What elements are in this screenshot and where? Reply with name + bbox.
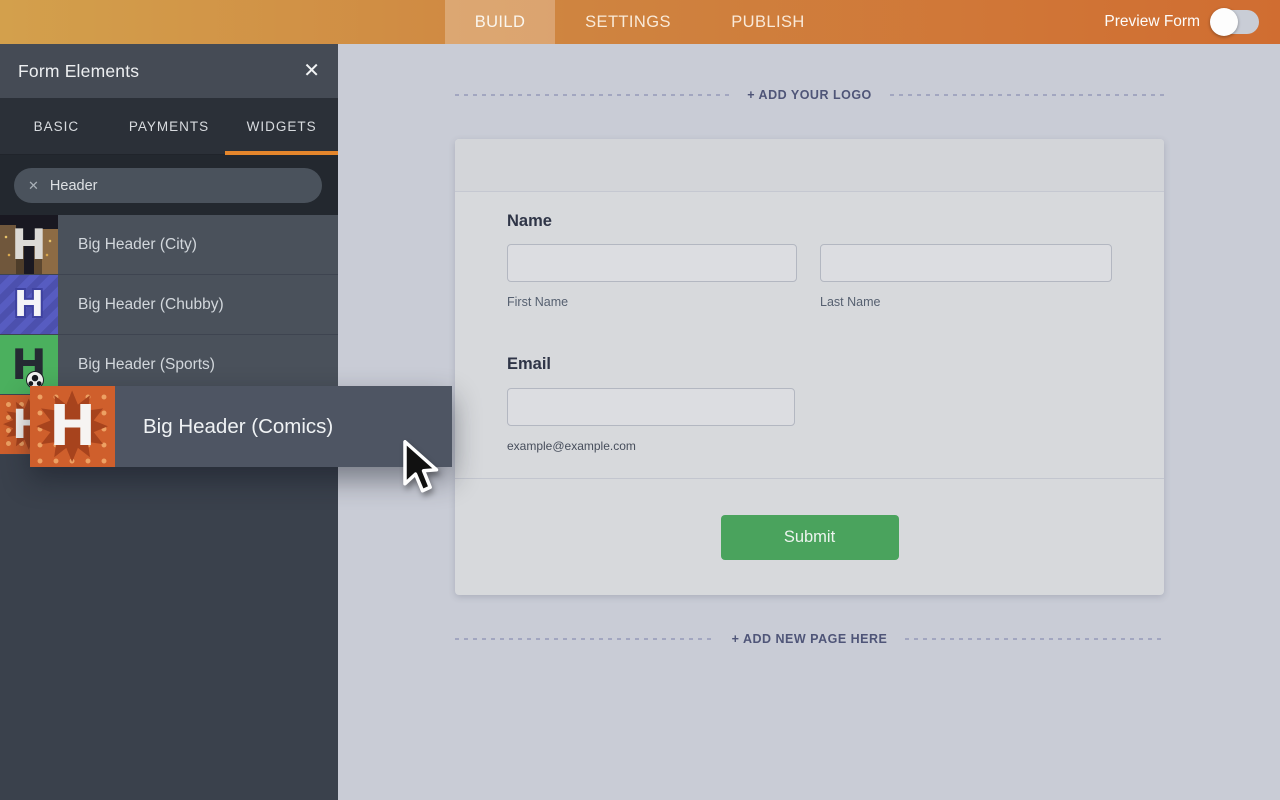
form-builder-app: BUILD SETTINGS PUBLISH Preview Form Form… [0, 0, 1280, 800]
email-question-label: Email [507, 355, 1112, 374]
preview-form-control: Preview Form [1104, 0, 1259, 44]
search-input[interactable]: ✕ Header [14, 168, 322, 203]
toggle-knob [1210, 8, 1238, 36]
add-logo-button[interactable]: + ADD YOUR LOGO [747, 88, 872, 102]
email-sublabel: example@example.com [507, 439, 1112, 453]
city-header-icon: H [0, 215, 58, 274]
clear-search-icon[interactable]: ✕ [28, 179, 39, 192]
dashed-divider [890, 94, 1164, 96]
tile-letter: H [11, 220, 46, 269]
drag-ghost-label: Big Header (Comics) [143, 415, 333, 439]
email-question: Email example@example.com [507, 355, 1112, 453]
first-name-sublabel: First Name [507, 295, 568, 309]
form-header-dropzone[interactable] [455, 139, 1164, 192]
form-preview-card: Name First Name Last Name Email example@… [455, 139, 1164, 595]
top-bar: BUILD SETTINGS PUBLISH Preview Form [0, 0, 1280, 44]
close-icon[interactable]: ✕ [301, 59, 322, 83]
preview-form-label: Preview Form [1104, 13, 1200, 31]
search-value: Header [50, 178, 98, 194]
tab-build[interactable]: BUILD [445, 0, 555, 44]
comics-header-icon: H [30, 386, 115, 467]
panel-header: Form Elements ✕ [0, 44, 338, 98]
dashed-divider [905, 638, 1164, 640]
name-sublabels-row: First Name Last Name [507, 293, 1112, 311]
tab-payments[interactable]: PAYMENTS [113, 98, 226, 154]
add-new-page-button[interactable]: + ADD NEW PAGE HERE [732, 632, 888, 646]
submit-button[interactable]: Submit [721, 515, 899, 560]
name-question-label: Name [507, 212, 1112, 231]
list-item-label: Big Header (Sports) [78, 356, 215, 374]
form-canvas: + ADD YOUR LOGO Name First Name Last Nam… [338, 44, 1280, 800]
email-input[interactable] [507, 388, 795, 426]
dashed-divider [455, 94, 729, 96]
first-name-input[interactable] [507, 244, 797, 282]
name-inputs-row [507, 244, 1112, 282]
mouse-cursor-icon [398, 438, 440, 498]
tab-settings[interactable]: SETTINGS [555, 0, 701, 44]
last-name-sublabel: Last Name [820, 295, 880, 309]
form-submit-section: Submit [455, 479, 1164, 595]
panel-tabs: BASIC PAYMENTS WIDGETS [0, 98, 338, 155]
tab-widgets[interactable]: WIDGETS [225, 98, 338, 154]
add-page-row: + ADD NEW PAGE HERE [455, 632, 1164, 646]
dashed-divider [455, 638, 714, 640]
list-item-big-header-city[interactable]: H Big Header (City) [0, 215, 338, 275]
tab-publish[interactable]: PUBLISH [701, 0, 835, 44]
add-logo-row: + ADD YOUR LOGO [455, 88, 1164, 102]
widget-search-area: ✕ Header [0, 155, 338, 215]
form-questions: Name First Name Last Name Email example@… [455, 192, 1164, 479]
last-name-input[interactable] [820, 244, 1112, 282]
list-item-label: Big Header (City) [78, 236, 197, 254]
list-item-label: Big Header (Chubby) [78, 296, 224, 314]
panel-title: Form Elements [18, 61, 139, 82]
tile-letter: H [49, 394, 96, 459]
list-item-big-header-chubby[interactable]: H Big Header (Chubby) [0, 275, 338, 335]
tile-letter: H [11, 340, 46, 389]
dragged-widget-big-header-comics[interactable]: H Big Header (Comics) [30, 386, 452, 467]
top-nav: BUILD SETTINGS PUBLISH [445, 0, 835, 44]
tab-basic[interactable]: BASIC [0, 98, 113, 154]
preview-form-toggle[interactable] [1212, 10, 1259, 34]
chubby-header-icon: H [0, 275, 58, 334]
tile-letter: H [14, 284, 44, 325]
